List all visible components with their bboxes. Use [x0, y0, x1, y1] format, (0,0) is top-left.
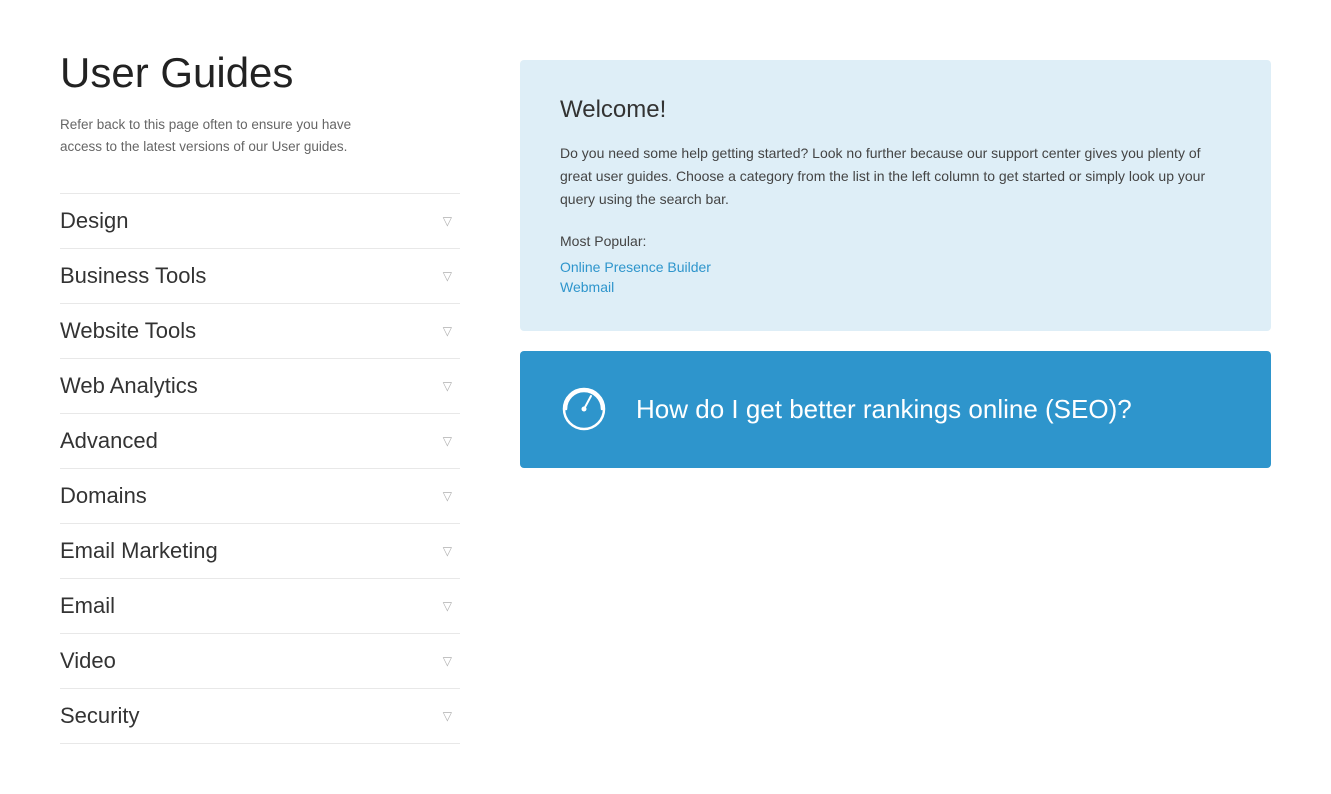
popular-link-1[interactable]: Webmail [560, 279, 1231, 295]
nav-item-chevron-icon-video: ▽ [443, 654, 452, 668]
nav-item-chevron-icon-web-analytics: ▽ [443, 379, 452, 393]
most-popular-label: Most Popular: [560, 233, 1231, 249]
nav-item-label-email: Email [60, 593, 115, 619]
nav-item-website-tools[interactable]: Website Tools ▽ [60, 304, 460, 359]
nav-item-advanced[interactable]: Advanced ▽ [60, 414, 460, 469]
nav-item-business-tools[interactable]: Business Tools ▽ [60, 249, 460, 304]
nav-item-web-analytics[interactable]: Web Analytics ▽ [60, 359, 460, 414]
nav-item-label-advanced: Advanced [60, 428, 158, 454]
nav-item-security[interactable]: Security ▽ [60, 689, 460, 744]
left-column: User Guides Refer back to this page ofte… [60, 50, 460, 744]
page-subtitle: Refer back to this page often to ensure … [60, 114, 380, 157]
nav-item-domains[interactable]: Domains ▽ [60, 469, 460, 524]
nav-item-label-design: Design [60, 208, 128, 234]
nav-item-design[interactable]: Design ▽ [60, 193, 460, 249]
nav-item-chevron-icon-domains: ▽ [443, 489, 452, 503]
nav-item-label-security: Security [60, 703, 139, 729]
seo-card[interactable]: How do I get better rankings online (SEO… [520, 351, 1271, 468]
nav-item-chevron-icon-website-tools: ▽ [443, 324, 452, 338]
popular-links: Online Presence Builder Webmail [560, 259, 1231, 295]
nav-item-email-marketing[interactable]: Email Marketing ▽ [60, 524, 460, 579]
nav-item-label-domains: Domains [60, 483, 147, 509]
popular-link-0[interactable]: Online Presence Builder [560, 259, 1231, 275]
nav-item-email[interactable]: Email ▽ [60, 579, 460, 634]
nav-item-label-web-analytics: Web Analytics [60, 373, 198, 399]
nav-list: Design▽Business Tools▽Website Tools▽Web … [60, 193, 460, 744]
nav-item-video[interactable]: Video ▽ [60, 634, 460, 689]
welcome-body: Do you need some help getting started? L… [560, 142, 1231, 211]
nav-item-chevron-icon-security: ▽ [443, 709, 452, 723]
nav-item-chevron-icon-design: ▽ [443, 214, 452, 228]
right-column: Welcome! Do you need some help getting s… [520, 50, 1271, 744]
welcome-title: Welcome! [560, 96, 1231, 124]
seo-label: How do I get better rankings online (SEO… [636, 394, 1132, 425]
nav-item-label-business-tools: Business Tools [60, 263, 206, 289]
speedometer-icon [556, 379, 612, 440]
nav-item-label-email-marketing: Email Marketing [60, 538, 218, 564]
nav-item-chevron-icon-email-marketing: ▽ [443, 544, 452, 558]
nav-item-label-video: Video [60, 648, 116, 674]
nav-item-chevron-icon-advanced: ▽ [443, 434, 452, 448]
nav-item-chevron-icon-business-tools: ▽ [443, 269, 452, 283]
nav-item-chevron-icon-email: ▽ [443, 599, 452, 613]
page-title: User Guides [60, 50, 460, 96]
nav-item-label-website-tools: Website Tools [60, 318, 196, 344]
welcome-card: Welcome! Do you need some help getting s… [520, 60, 1271, 331]
